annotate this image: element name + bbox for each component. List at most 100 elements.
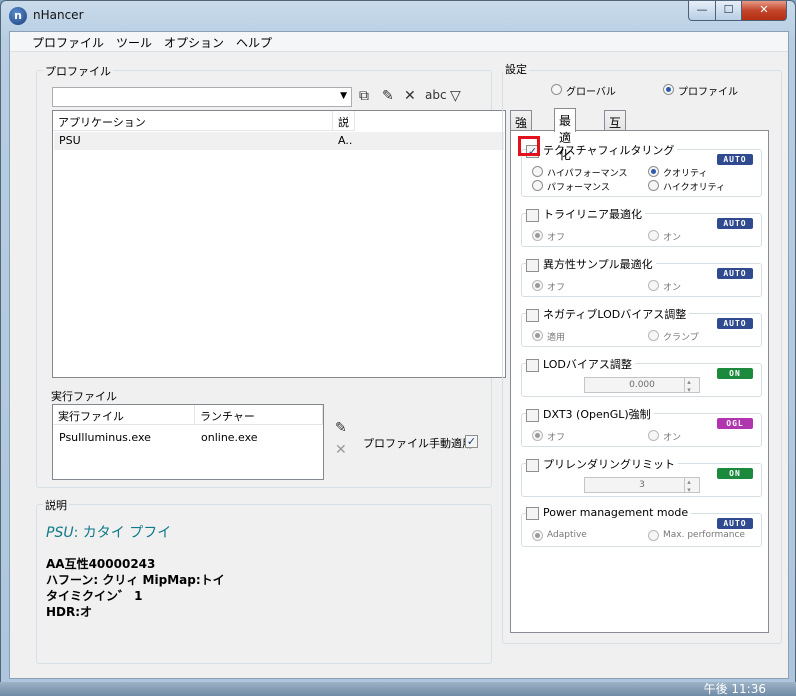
exec-list[interactable]: 実行ファイル ランチャー PsuIlluminus.exe online.exe: [52, 404, 324, 480]
lod-bias-label[interactable]: LODバイアス調整: [543, 358, 632, 371]
aniso-sample-label[interactable]: 異方性サンプル最適化: [543, 258, 653, 271]
table-row[interactable]: PsuIlluminus.exe online.exe: [54, 429, 322, 447]
section-title: Power management mode: [526, 506, 692, 520]
mode-badge: AUTO: [717, 218, 753, 229]
option-radio[interactable]: [532, 530, 543, 541]
power-mode-label[interactable]: Power management mode: [543, 506, 688, 519]
prerender-limit-label[interactable]: プリレンダリングリミット: [543, 458, 675, 471]
option-label[interactable]: Max. performance: [663, 530, 745, 540]
option-label[interactable]: ハイパフォーマンス: [547, 166, 627, 179]
tab-compatibility[interactable]: 互換性: [604, 110, 627, 164]
option-radio[interactable]: [648, 280, 659, 291]
option-radio[interactable]: [532, 330, 543, 341]
power-mode-checkbox[interactable]: [526, 506, 539, 520]
section-dxt3: DXT3 (OpenGL)強制 OGL オフ オン: [521, 406, 762, 447]
filter-icon[interactable]: ▽: [450, 88, 461, 104]
option-label[interactable]: オフ: [547, 230, 565, 243]
option-radio[interactable]: [532, 280, 543, 291]
menu-tools[interactable]: ツール: [110, 32, 158, 51]
tab-optimization[interactable]: 最適化: [554, 108, 577, 162]
rename-icon[interactable]: abc: [425, 88, 447, 102]
option-radio[interactable]: [532, 180, 543, 191]
menu-profile[interactable]: プロファイル: [26, 32, 110, 51]
value-spinner[interactable]: 0.000: [584, 377, 700, 393]
column-header-application[interactable]: アプリケーション: [53, 111, 333, 131]
profile-list[interactable]: アプリケーション 説 PSU A..: [52, 110, 506, 378]
table-row[interactable]: PSU A..: [54, 132, 504, 150]
mode-badge: AUTO: [717, 518, 753, 529]
description-line: ハフーン: クリィ MipMap:トイ: [46, 573, 225, 587]
trilinear-label[interactable]: トライリニア最適化: [543, 208, 642, 221]
maximize-button[interactable]: ☐: [715, 1, 742, 21]
column-header-launcher[interactable]: ランチャー: [195, 405, 323, 425]
column-header-exe[interactable]: 実行ファイル: [53, 405, 195, 425]
value-spinner[interactable]: 3: [584, 477, 700, 493]
description-title-rest: : カタイ プフイ: [73, 525, 172, 541]
option-label[interactable]: パフォーマンス: [547, 180, 610, 193]
tab-emphasis[interactable]: 強調: [510, 110, 533, 147]
option-radio[interactable]: [648, 430, 659, 441]
option-label[interactable]: クランプ: [663, 330, 699, 343]
cell-launcher: online.exe: [201, 431, 258, 444]
close-button[interactable]: ✕: [741, 1, 787, 21]
description-title-name: PSU: [46, 525, 74, 541]
option-label[interactable]: 適用: [547, 330, 565, 343]
option-radio[interactable]: [532, 230, 543, 241]
app-logo-icon: n: [9, 7, 27, 25]
section-aniso-sample: 異方性サンプル最適化 AUTO オフ オン: [521, 256, 762, 297]
menu-options[interactable]: オプション: [158, 32, 230, 51]
negative-lod-checkbox[interactable]: [526, 308, 539, 322]
option-radio[interactable]: [648, 166, 659, 177]
chevron-down-icon[interactable]: ▼: [340, 91, 347, 101]
option-radio[interactable]: [648, 180, 659, 191]
scope-profile-label[interactable]: プロファイル: [678, 83, 738, 98]
option-radio[interactable]: [648, 330, 659, 341]
option-label[interactable]: オフ: [547, 280, 565, 293]
section-title: DXT3 (OpenGL)強制: [526, 406, 654, 422]
option-label[interactable]: オン: [663, 230, 681, 243]
dxt3-label[interactable]: DXT3 (OpenGL)強制: [543, 408, 651, 421]
remove-exe-icon[interactable]: ✕: [335, 442, 347, 458]
copy-profile-icon[interactable]: ⧉: [359, 88, 369, 104]
menu-bar: プロファイル ツール オプション ヘルプ: [10, 32, 788, 52]
option-radio[interactable]: [648, 530, 659, 541]
description-group-label: 説明: [43, 497, 69, 513]
option-label[interactable]: ハイクオリティ: [663, 180, 725, 193]
scope-global-label[interactable]: グローバル: [566, 83, 616, 98]
option-radio[interactable]: [648, 230, 659, 241]
add-exe-icon[interactable]: ✎: [335, 420, 347, 436]
negative-lod-label[interactable]: ネガティブLODバイアス調整: [543, 308, 686, 321]
option-label[interactable]: オン: [663, 280, 681, 293]
mode-badge: AUTO: [717, 318, 753, 329]
scope-global-radio[interactable]: [551, 84, 562, 95]
option-radio[interactable]: [532, 430, 543, 441]
title-bar[interactable]: n nHancer — ☐ ✕: [1, 1, 795, 31]
section-title: ネガティブLODバイアス調整: [526, 306, 690, 322]
column-header-description[interactable]: 説: [333, 111, 355, 131]
delete-icon[interactable]: ✕: [404, 88, 416, 104]
section-title: トライリニア最適化: [526, 206, 645, 222]
dxt3-checkbox[interactable]: [526, 408, 539, 422]
aniso-sample-checkbox[interactable]: [526, 258, 539, 272]
scope-profile-radio[interactable]: [663, 84, 674, 95]
mode-badge: ON: [717, 368, 753, 379]
prerender-limit-checkbox[interactable]: [526, 458, 539, 472]
option-label[interactable]: クオリティ: [663, 166, 707, 179]
trilinear-checkbox[interactable]: [526, 208, 539, 222]
profile-combo[interactable]: ▼: [52, 87, 352, 107]
menu-help[interactable]: ヘルプ: [230, 32, 278, 51]
option-radio[interactable]: [532, 166, 543, 177]
highlight-box: [518, 136, 540, 156]
client-area: プロファイル ツール オプション ヘルプ プロファイル ▼ ⧉ ✎ ✕ abc ▽ ア…: [9, 31, 789, 679]
option-label[interactable]: Adaptive: [547, 530, 587, 540]
option-label[interactable]: オフ: [547, 430, 565, 443]
minimize-button[interactable]: —: [688, 1, 716, 21]
clock: 午後 11:36: [703, 682, 766, 696]
section-trilinear: トライリニア最適化 AUTO オフ オン: [521, 206, 762, 247]
section-prerender-limit: プリレンダリングリミット ON 3: [521, 456, 762, 497]
option-label[interactable]: オン: [663, 430, 681, 443]
description-title: PSU: カタイ プフイ: [46, 522, 171, 542]
lod-bias-checkbox[interactable]: [526, 358, 539, 372]
manual-apply-checkbox[interactable]: ✓: [465, 435, 478, 448]
new-profile-icon[interactable]: ✎: [382, 88, 394, 104]
